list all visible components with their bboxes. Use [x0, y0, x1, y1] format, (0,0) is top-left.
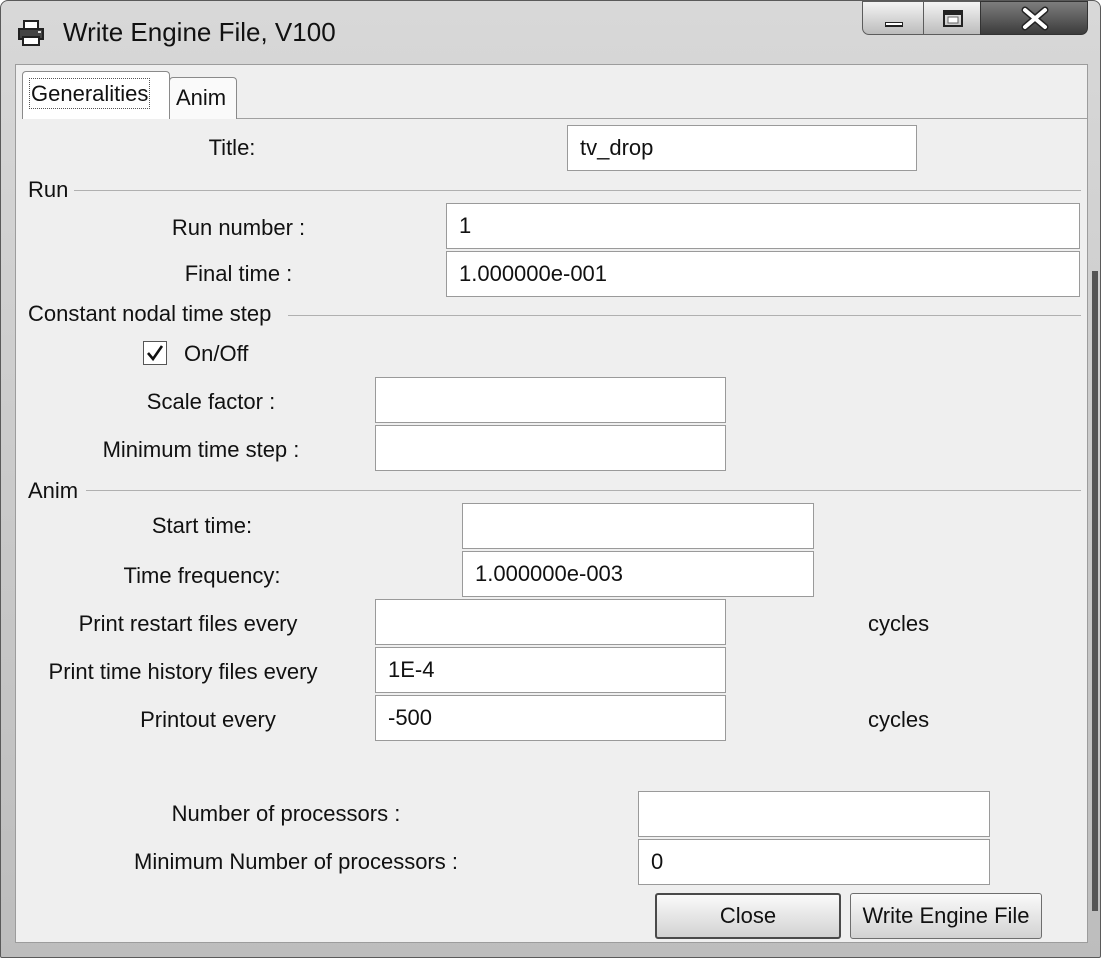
printout-unit-label: cycles — [868, 707, 930, 732]
num-processors-label: Number of processors : — [171, 801, 401, 826]
start-time-label: Start time: — [151, 513, 253, 538]
num-processors-input[interactable] — [638, 791, 990, 837]
section-anim-divider — [86, 490, 1081, 491]
run-number-input[interactable] — [446, 203, 1080, 249]
section-timestep-divider — [288, 315, 1081, 316]
section-run-divider — [74, 190, 1081, 191]
section-run: Run — [28, 177, 69, 202]
onoff-label: On/Off — [184, 341, 249, 366]
start-time-input[interactable] — [462, 503, 814, 549]
print-time-history-label: Print time history files every — [48, 659, 318, 684]
window-frame-right-edge — [1092, 271, 1098, 911]
section-constant-nodal-time-step: Constant nodal time step — [28, 301, 272, 326]
minimize-button[interactable] — [862, 1, 924, 35]
section-anim: Anim — [28, 478, 79, 503]
write-engine-file-button[interactable]: Write Engine File — [850, 893, 1042, 939]
run-number-label: Run number : — [171, 215, 306, 240]
final-time-input[interactable] — [446, 251, 1080, 297]
tab-strip-border — [237, 118, 1087, 119]
minimize-icon — [885, 22, 903, 27]
tab-generalities[interactable]: Generalities — [22, 71, 170, 119]
onoff-checkbox[interactable] — [143, 341, 167, 365]
dialog-window: Write Engine File, V100 Generalities Ani… — [0, 0, 1101, 958]
min-processors-label: Minimum Number of processors : — [134, 849, 458, 874]
restart-unit-label: cycles — [868, 611, 930, 636]
checkmark-icon — [147, 345, 164, 362]
printout-label: Printout every — [140, 707, 276, 732]
title-label: Title: — [208, 135, 256, 160]
window-title: Write Engine File, V100 — [63, 17, 336, 47]
final-time-label: Final time : — [184, 261, 293, 286]
min-time-step-label: Minimum time step : — [102, 437, 300, 462]
min-processors-input[interactable] — [638, 839, 990, 885]
scale-factor-input[interactable] — [375, 377, 726, 423]
dialog-client-area: Generalities Anim Title: Run Run number … — [15, 64, 1088, 943]
printout-input[interactable] — [375, 695, 726, 741]
printer-icon — [17, 19, 47, 47]
maximize-icon — [943, 10, 963, 27]
time-frequency-label: Time frequency: — [123, 563, 281, 588]
time-frequency-input[interactable] — [462, 551, 814, 597]
print-time-history-input[interactable] — [375, 647, 726, 693]
maximize-button[interactable] — [923, 1, 981, 35]
close-window-button[interactable] — [980, 1, 1088, 35]
print-restart-label: Print restart files every — [78, 611, 298, 636]
print-restart-input[interactable] — [375, 599, 726, 645]
scale-factor-label: Scale factor : — [146, 389, 276, 414]
title-input[interactable] — [567, 125, 917, 171]
tab-anim[interactable]: Anim — [169, 77, 237, 119]
close-button[interactable]: Close — [655, 893, 841, 939]
min-time-step-input[interactable] — [375, 425, 726, 471]
close-icon — [1021, 6, 1049, 31]
title-bar[interactable]: Write Engine File, V100 — [1, 1, 1100, 63]
